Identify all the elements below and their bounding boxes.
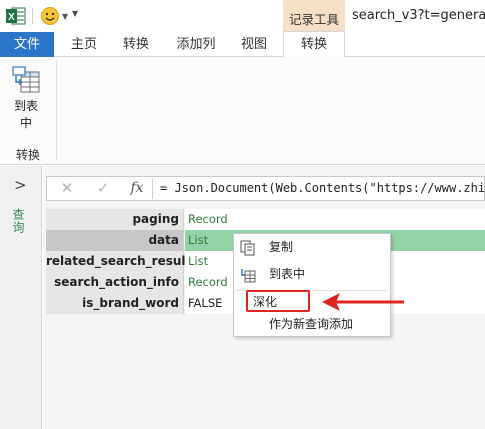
record-key: search_action_info: [46, 272, 184, 293]
chevron-right-icon[interactable]: >: [14, 176, 27, 194]
excel-app-icon[interactable]: X: [6, 7, 26, 25]
ribbon-group-separator: [56, 60, 57, 160]
queries-pane: [0, 166, 42, 429]
customize-toolbar-icon[interactable]: ▾: [72, 6, 78, 20]
highlight-box: [246, 290, 310, 312]
menu-item-label: 作为新查询添加: [269, 317, 354, 331]
fx-icon[interactable]: fx: [126, 176, 148, 201]
to-table-icon: [241, 269, 256, 283]
record-tools-context-header: 记录工具: [283, 0, 345, 32]
tab-add-column[interactable]: 添加列: [170, 32, 222, 57]
window-title: search_v3?t=general&: [352, 8, 485, 23]
menu-item-add-as-new-query[interactable]: 作为新查询添加: [234, 313, 390, 336]
record-key: related_search_result: [46, 251, 191, 272]
menu-item-copy[interactable]: 复制: [234, 236, 390, 259]
record-row-paging[interactable]: paging Record: [46, 209, 485, 230]
chevron-down-icon[interactable]: ▼: [62, 12, 68, 21]
red-arrow-annotation: [322, 293, 404, 311]
to-table-label-line1: 到表: [13, 99, 38, 113]
menu-item-to-table[interactable]: 到表中: [234, 263, 390, 286]
formula-input[interactable]: = Json.Document(Web.Contents("https://ww…: [160, 176, 485, 201]
record-tools-label: 记录工具: [288, 12, 339, 27]
menu-item-label: 到表中: [269, 267, 306, 281]
tab-convert-active[interactable]: 转换: [283, 31, 345, 58]
record-value-link[interactable]: Record: [185, 209, 485, 230]
tab-view[interactable]: 视图: [232, 32, 276, 57]
ribbon-group-label: 转换: [15, 148, 40, 162]
record-key: paging: [46, 209, 184, 230]
formula-bar-separator: [152, 178, 153, 199]
record-key: is_brand_word: [46, 293, 184, 314]
tab-home[interactable]: 主页: [62, 32, 106, 57]
cancel-icon[interactable]: ✕: [56, 176, 78, 201]
queries-pane-label[interactable]: 查询: [10, 208, 27, 234]
smiley-feedback-icon[interactable]: [40, 6, 60, 26]
quick-access-separator: [32, 8, 33, 24]
record-key: data: [46, 230, 184, 251]
confirm-icon[interactable]: ✓: [92, 176, 114, 201]
copy-icon: [240, 240, 255, 256]
menu-item-label: 复制: [269, 240, 294, 254]
svg-text:X: X: [8, 12, 15, 23]
to-table-button[interactable]: 到表 中: [6, 64, 46, 142]
to-table-icon: [12, 66, 40, 93]
tab-file[interactable]: 文件: [0, 32, 54, 57]
tab-transform[interactable]: 转换: [114, 32, 158, 57]
ribbon-body: [0, 57, 485, 165]
to-table-label-line2: 中: [19, 116, 32, 130]
context-menu: 复制 到表中 深化 作为新查询添加: [233, 233, 391, 337]
